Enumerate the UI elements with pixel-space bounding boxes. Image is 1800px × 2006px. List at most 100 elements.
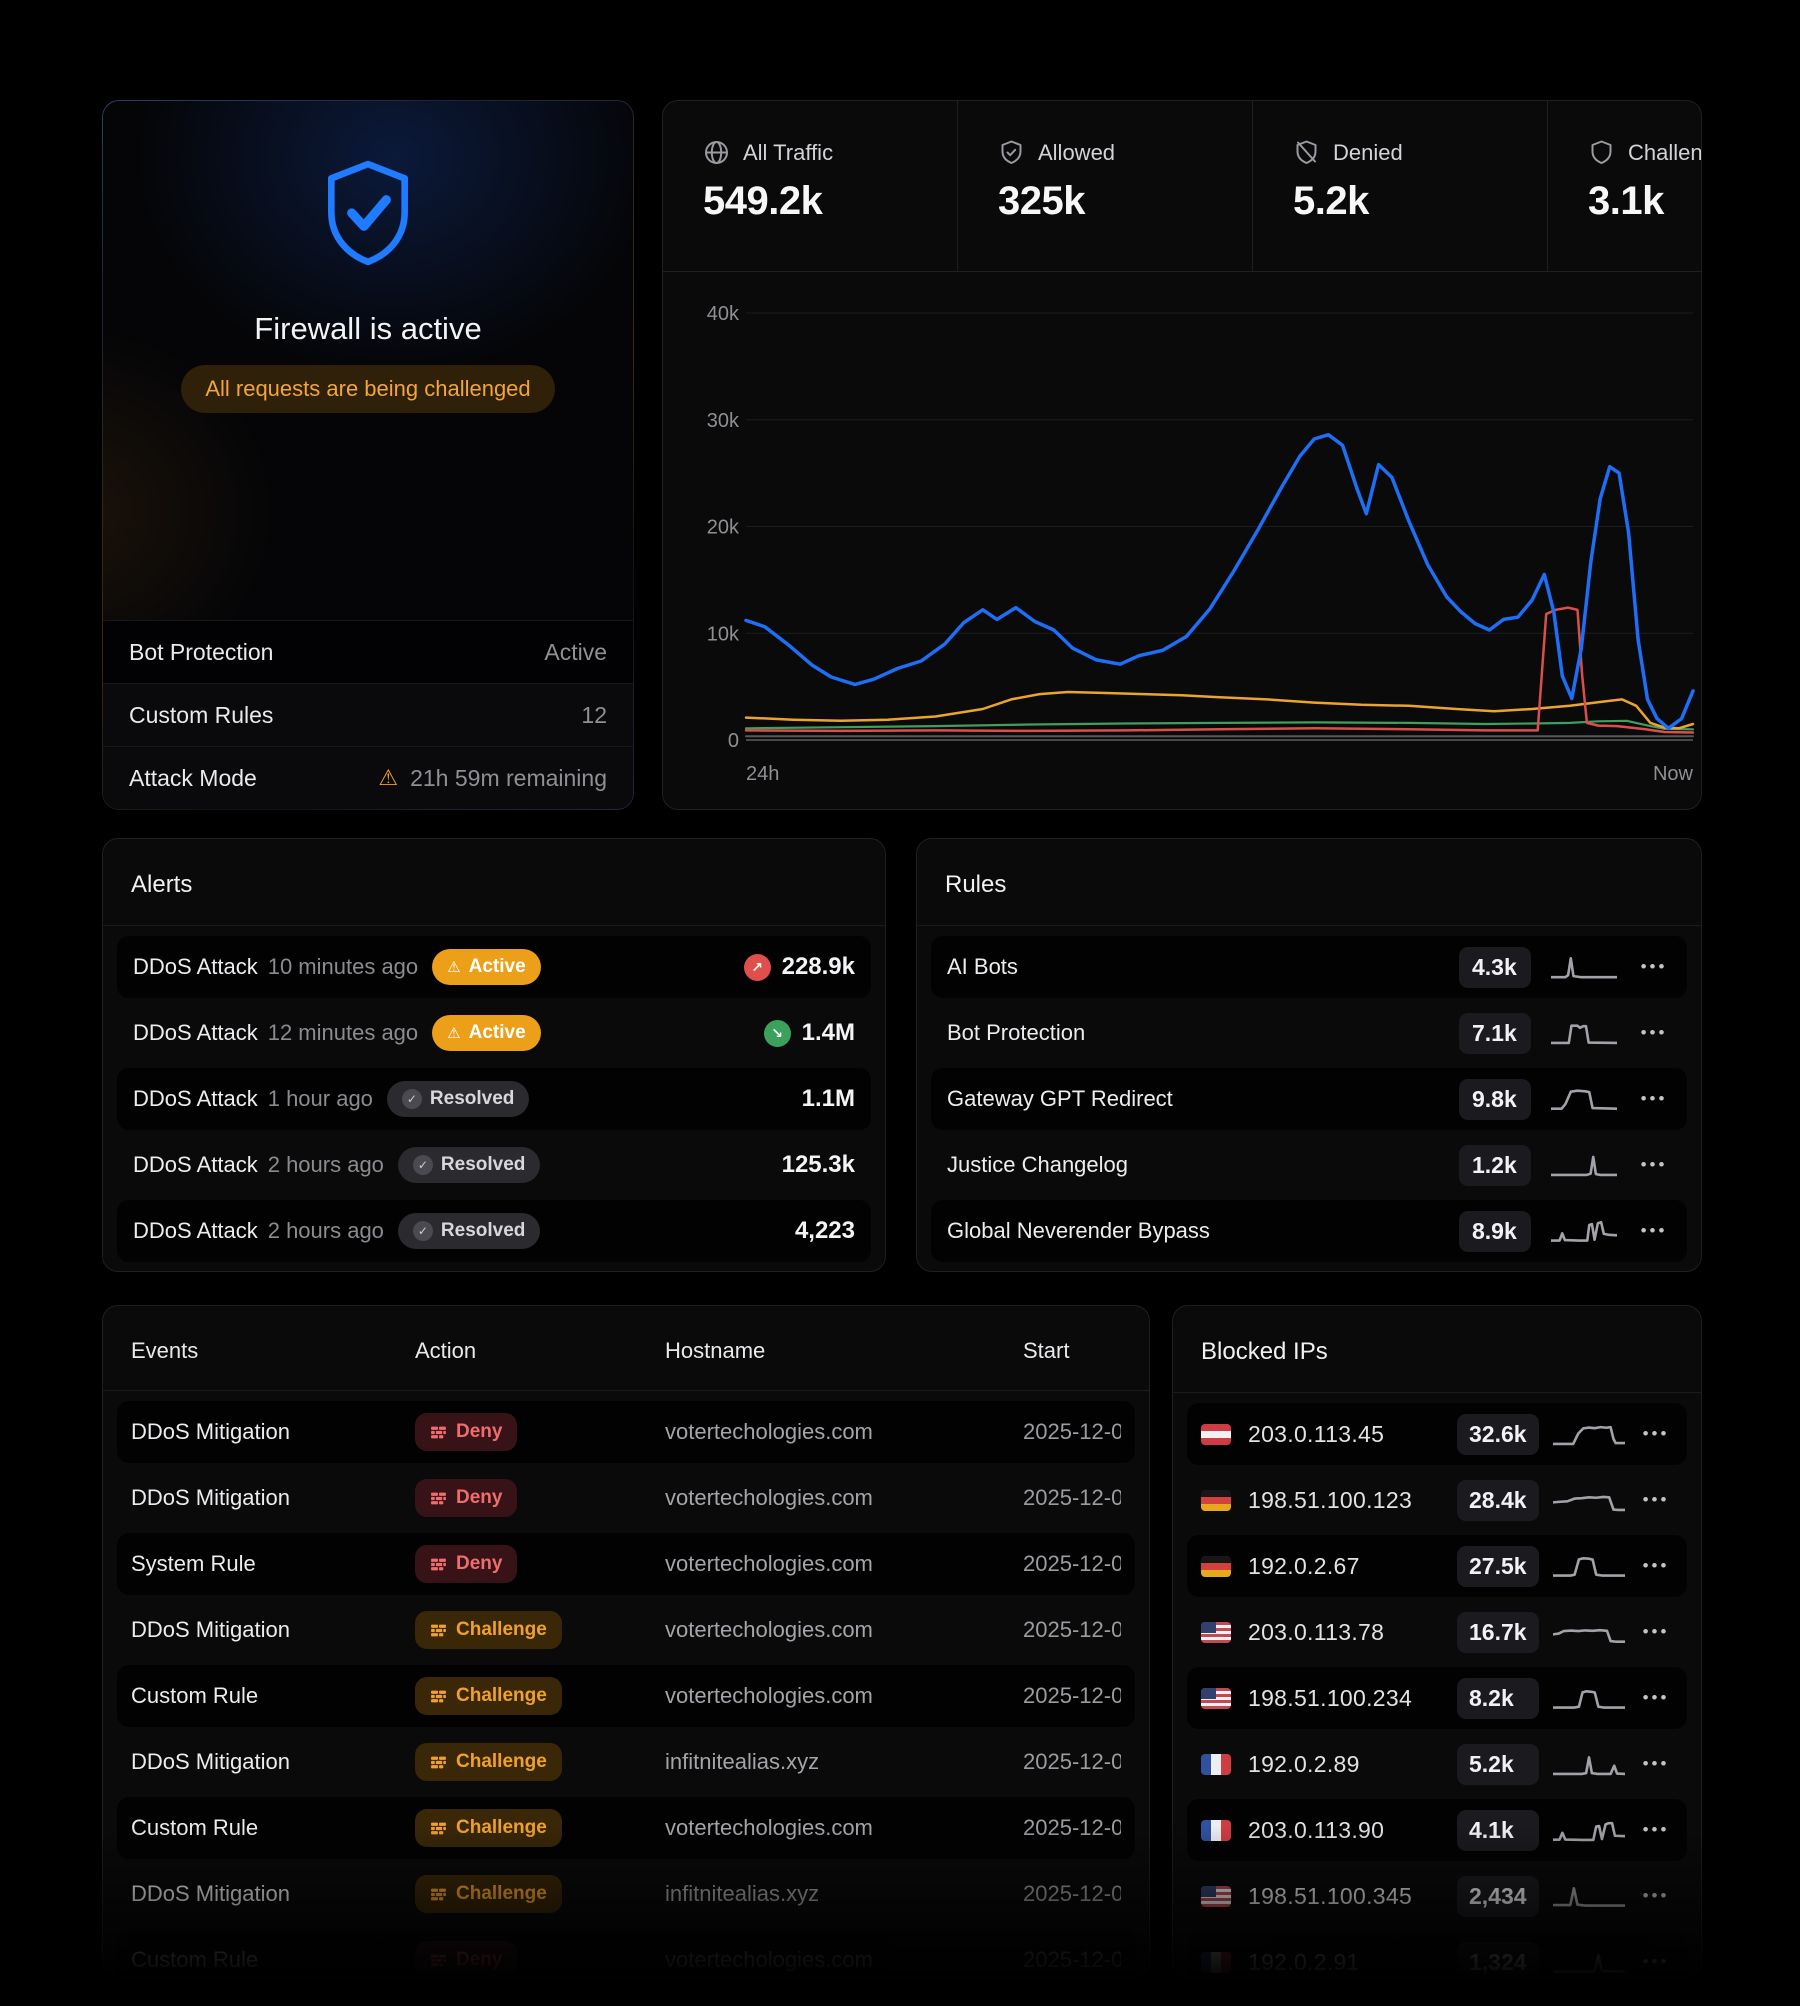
event-row[interactable]: DDoS MitigationDenyvotertechologies.com2…: [117, 1467, 1135, 1529]
blocked-ip-count: 16.7k: [1457, 1612, 1539, 1653]
firewall-icon: [430, 1688, 447, 1705]
rule-sparkline: [1551, 1019, 1617, 1047]
more-menu-button[interactable]: •••: [1637, 1155, 1671, 1175]
more-menu-button[interactable]: •••: [1637, 1221, 1671, 1241]
ip-sparkline: [1553, 1882, 1625, 1910]
ip-sparkline: [1553, 1684, 1625, 1712]
blocked-ip-row[interactable]: 203.0.113.4532.6k•••: [1187, 1403, 1687, 1465]
alert-row[interactable]: DDoS Attack 1 hour ago ✓Resolved 1.1M: [117, 1068, 871, 1130]
more-menu-button[interactable]: •••: [1639, 1688, 1673, 1708]
rules-title: Rules: [917, 839, 1701, 926]
more-menu-button[interactable]: •••: [1637, 957, 1671, 977]
rule-row[interactable]: AI Bots 4.3k •••: [931, 936, 1687, 998]
event-row[interactable]: DDoS MitigationChallengeinfitnitealias.x…: [117, 1863, 1135, 1925]
column-header-hostname: Hostname: [665, 1338, 1023, 1364]
alert-row[interactable]: DDoS Attack 2 hours ago ✓Resolved 4,223: [117, 1200, 871, 1262]
alert-time: 12 minutes ago: [268, 1020, 418, 1046]
stat-all-traffic[interactable]: All Traffic 549.2k: [663, 101, 958, 271]
action-label: Challenge: [456, 1685, 547, 1707]
ip-sparkline: [1553, 1948, 1625, 1976]
alert-row[interactable]: DDoS Attack 2 hours ago ✓Resolved 125.3k: [117, 1134, 871, 1196]
stat-value: 5.2k: [1293, 179, 1547, 224]
alert-row[interactable]: DDoS Attack 12 minutes ago ⚠Active ↘ 1.4…: [117, 1002, 871, 1064]
shield-icon: [1588, 139, 1615, 166]
traffic-chart-svg: 010k20k30k40k24hNow: [663, 272, 1701, 810]
blocked-ip-row[interactable]: 192.0.2.911,324•••: [1187, 1931, 1687, 1977]
blocked-ips-title: Blocked IPs: [1173, 1306, 1701, 1393]
blocked-ip-row[interactable]: 198.51.100.2348.2k•••: [1187, 1667, 1687, 1729]
rule-name: Justice Changelog: [947, 1152, 1128, 1178]
bot-protection-row[interactable]: Bot Protection Active: [103, 620, 633, 683]
event-row[interactable]: Custom RuleChallengevotertechologies.com…: [117, 1665, 1135, 1727]
event-row[interactable]: DDoS MitigationChallengevotertechologies…: [117, 1599, 1135, 1661]
blocked-ip-row[interactable]: 198.51.100.12328.4k•••: [1187, 1469, 1687, 1531]
check-icon: ✓: [402, 1089, 422, 1109]
flag-usa-icon: [1201, 1622, 1231, 1643]
blocked-ip-address: 198.51.100.345: [1248, 1883, 1412, 1910]
event-hostname: votertechologies.com: [665, 1815, 1023, 1841]
blocked-ip-address: 192.0.2.67: [1248, 1553, 1360, 1580]
flag-france-icon: [1201, 1820, 1231, 1841]
blocked-ips-panel: Blocked IPs 203.0.113.4532.6k••• 198.51.1…: [1172, 1305, 1702, 1977]
blocked-ip-count: 28.4k: [1457, 1480, 1539, 1521]
event-row[interactable]: DDoS MitigationChallengeinfitnitealias.x…: [117, 1731, 1135, 1793]
column-header-events: Events: [131, 1338, 415, 1364]
event-row[interactable]: Custom RuleDenyvotertechologies.com2025-…: [117, 1929, 1135, 1977]
blocked-ip-row[interactable]: 203.0.113.7816.7k•••: [1187, 1601, 1687, 1663]
more-menu-button[interactable]: •••: [1639, 1424, 1673, 1444]
action-badge-deny: Deny: [415, 1479, 517, 1517]
event-name: DDoS Mitigation: [131, 1749, 415, 1775]
firewall-icon: [430, 1820, 447, 1837]
attack-mode-row[interactable]: Attack Mode ⚠ 21h 59m remaining: [103, 746, 633, 809]
more-menu-button[interactable]: •••: [1639, 1886, 1673, 1906]
custom-rules-row[interactable]: Custom Rules 12: [103, 683, 633, 746]
stat-challenged[interactable]: Challenged 3.1k: [1548, 101, 1701, 271]
firewall-status-card: Firewall is active All requests are bein…: [102, 100, 634, 810]
more-menu-button[interactable]: •••: [1639, 1556, 1673, 1576]
more-menu-button[interactable]: •••: [1639, 1622, 1673, 1642]
firewall-icon: [430, 1622, 447, 1639]
stat-denied[interactable]: Denied 5.2k: [1253, 101, 1548, 271]
ip-sparkline: [1553, 1816, 1625, 1844]
event-row[interactable]: DDoS MitigationDenyvotertechologies.com2…: [117, 1401, 1135, 1463]
event-row[interactable]: Custom RuleChallengevotertechologies.com…: [117, 1797, 1135, 1859]
more-menu-button[interactable]: •••: [1637, 1089, 1671, 1109]
flag-usa-icon: [1201, 1688, 1231, 1709]
more-menu-button[interactable]: •••: [1639, 1820, 1673, 1840]
status-label: Resolved: [441, 1154, 525, 1176]
event-start-time: 2025-12-0: [1023, 1551, 1121, 1577]
rule-sparkline: [1551, 1151, 1617, 1179]
blocked-ip-row[interactable]: 198.51.100.345 2,434 •••: [1187, 1865, 1687, 1927]
rule-count: 1.2k: [1459, 1145, 1531, 1186]
rule-row[interactable]: Gateway GPT Redirect 9.8k •••: [931, 1068, 1687, 1130]
firewall-icon: [430, 1952, 447, 1969]
action-badge-deny: Deny: [415, 1941, 517, 1977]
shield-check-icon: [998, 139, 1025, 166]
stat-allowed[interactable]: Allowed 325k: [958, 101, 1253, 271]
more-menu-button[interactable]: •••: [1637, 1023, 1671, 1043]
action-label: Deny: [456, 1421, 502, 1443]
event-row[interactable]: System RuleDenyvotertechologies.com2025-…: [117, 1533, 1135, 1595]
svg-text:0: 0: [728, 730, 739, 752]
attack-mode-value: ⚠ 21h 59m remaining: [378, 765, 607, 792]
alert-row[interactable]: DDoS Attack 10 minutes ago ⚠Active ↗ 228…: [117, 936, 871, 998]
event-hostname: votertechologies.com: [665, 1617, 1023, 1643]
more-menu-button[interactable]: •••: [1639, 1490, 1673, 1510]
alert-time: 1 hour ago: [268, 1086, 373, 1112]
blocked-ip-row[interactable]: 192.0.2.895.2k•••: [1187, 1733, 1687, 1795]
blocked-ip-row[interactable]: 192.0.2.6727.5k•••: [1187, 1535, 1687, 1597]
rule-row[interactable]: Bot Protection 7.1k •••: [931, 1002, 1687, 1064]
globe-icon: [703, 139, 730, 166]
action-label: Challenge: [456, 1619, 547, 1641]
blocked-ip-count: 2,434: [1457, 1876, 1539, 1917]
action-badge-challenge: Challenge: [415, 1875, 562, 1913]
blocked-ip-row[interactable]: 203.0.113.904.1k•••: [1187, 1799, 1687, 1861]
rule-row[interactable]: Justice Changelog 1.2k •••: [931, 1134, 1687, 1196]
more-menu-button[interactable]: •••: [1639, 1952, 1673, 1972]
event-name: Custom Rule: [131, 1683, 415, 1709]
event-start-time: 2025-12-0: [1023, 1683, 1121, 1709]
more-menu-button[interactable]: •••: [1639, 1754, 1673, 1774]
rule-row[interactable]: Global Neverender Bypass 8.9k •••: [931, 1200, 1687, 1262]
svg-text:40k: 40k: [707, 303, 740, 325]
warning-icon: ⚠: [447, 1026, 460, 1041]
